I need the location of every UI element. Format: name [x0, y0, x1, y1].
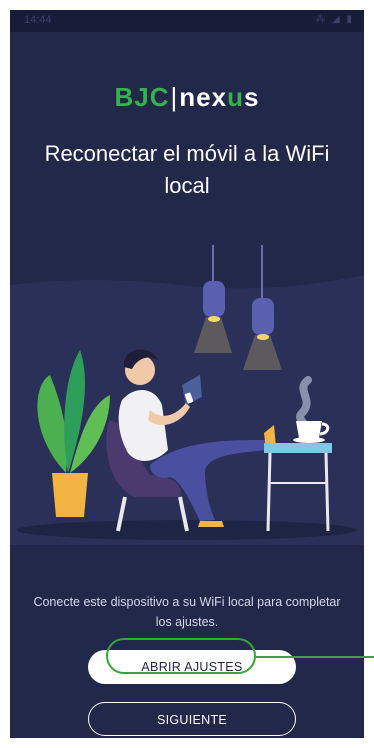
person-on-phone-illustration	[10, 245, 364, 545]
highlight-ring	[106, 638, 256, 674]
instruction-text: Conecte este dispositivo a su WiFi local…	[33, 595, 341, 629]
next-button[interactable]: SIGUIENTE	[88, 702, 296, 736]
table-top	[264, 443, 332, 453]
lamp-shade-left	[203, 281, 225, 317]
lamp-shade-right	[252, 298, 274, 335]
lamp-bulb-left	[208, 316, 220, 322]
logo-nexus-end: s	[244, 82, 260, 112]
person-shoe-back	[198, 521, 224, 527]
bjc-nexus-logo: BJC|nexus	[10, 82, 364, 113]
logo-nexus-start: nex	[179, 82, 228, 112]
lamp-bulb-right	[257, 334, 269, 340]
status-icons: ⁂ ◢ ▮	[315, 14, 354, 25]
logo-bjc: BJC	[114, 82, 170, 112]
logo-separator: |	[170, 82, 179, 112]
app-screen: 14:44 ⁂ ◢ ▮ BJC|nexus Reconectar el móvi…	[10, 10, 364, 738]
pointer-line	[256, 656, 374, 658]
status-bar: 14:44 ⁂ ◢ ▮	[10, 10, 364, 32]
table-leg-left	[266, 452, 272, 532]
coffee-saucer	[293, 437, 325, 443]
table-leg-right	[324, 452, 330, 532]
page-title: Reconectar el móvil a la WiFi local	[44, 141, 330, 198]
logo-nexus-accent: u	[227, 82, 244, 112]
coffee-cup	[296, 421, 322, 438]
status-time: 14:44	[24, 14, 52, 26]
plant-pot	[52, 473, 88, 517]
